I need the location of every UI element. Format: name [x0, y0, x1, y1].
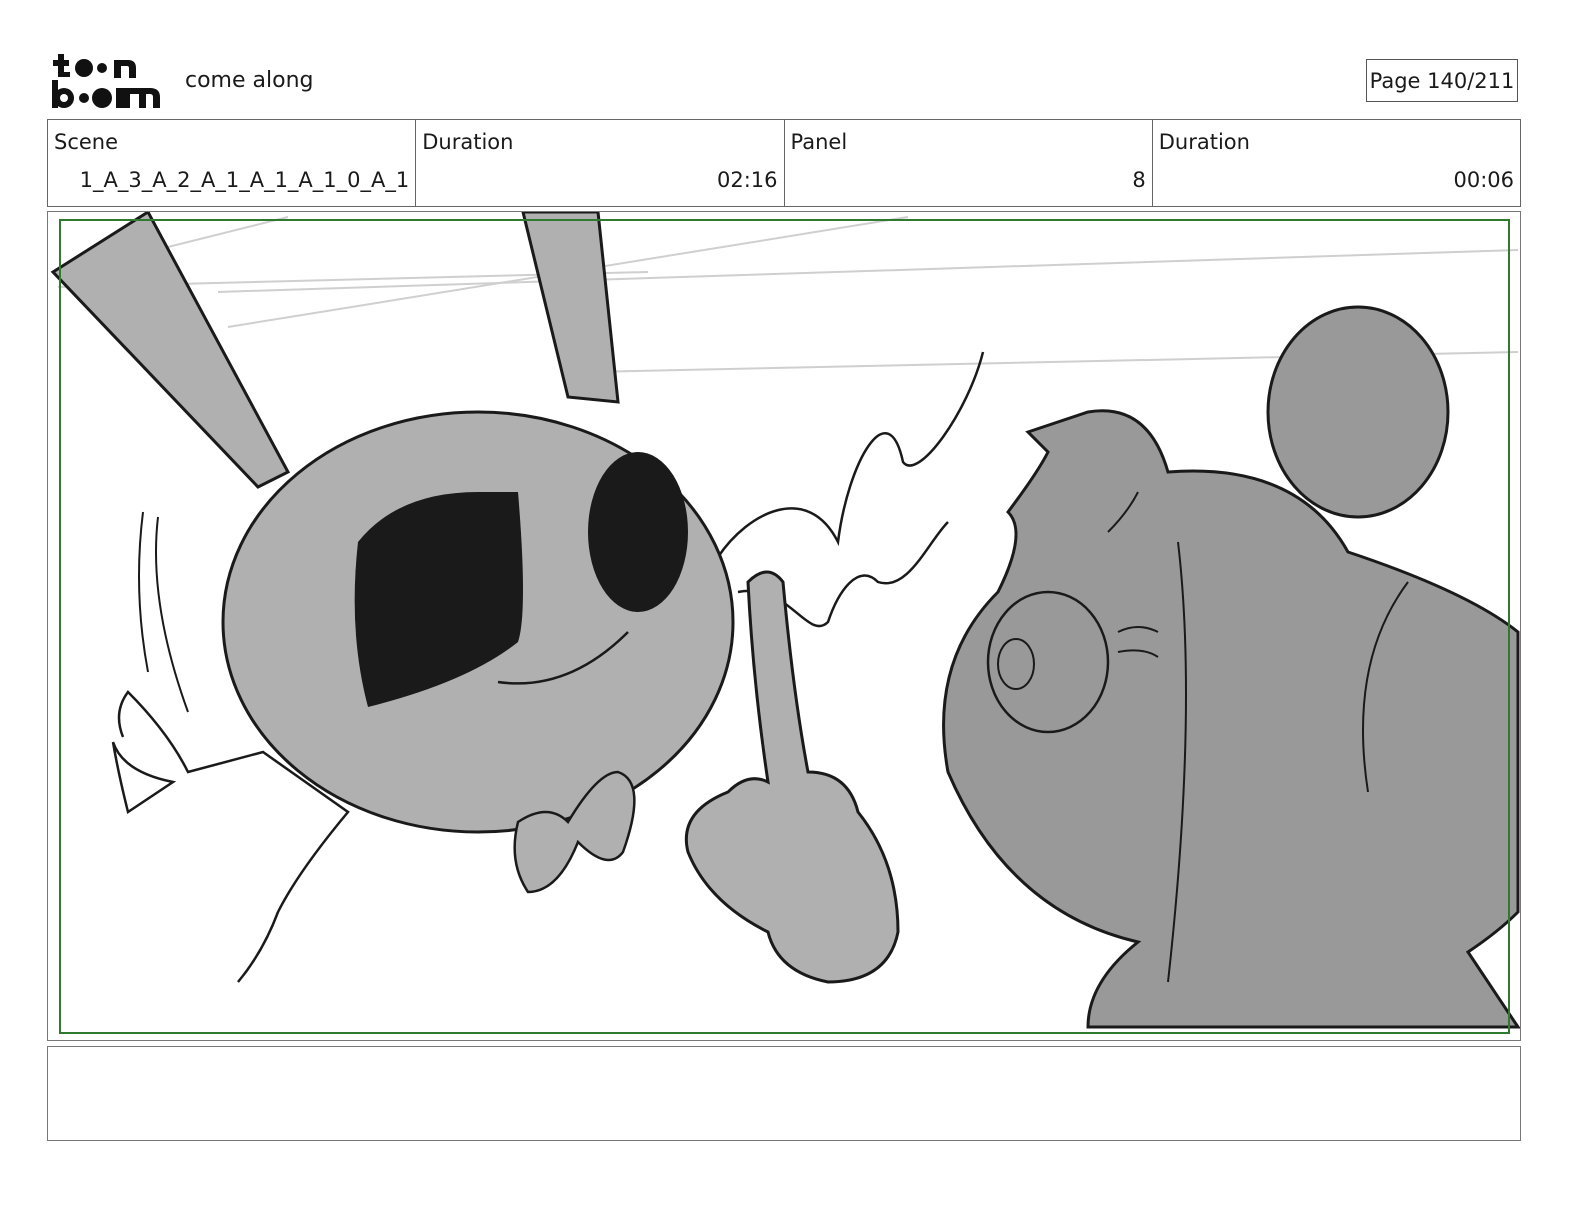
toon-boom-logo — [52, 54, 160, 108]
storyboard-drawing — [50, 212, 1520, 1034]
panel-duration-cell: Duration 00:06 — [1153, 120, 1520, 206]
panel-info-table: Scene 1_A_3_A_2_A_1_A_1_A_1_0_A_1 Durati… — [47, 119, 1521, 207]
scene-label: Scene — [54, 130, 119, 154]
storyboard-panel — [47, 211, 1521, 1041]
bunny-eye-right — [588, 452, 688, 612]
scene-value: 1_A_3_A_2_A_1_A_1_A_1_0_A_1 — [79, 168, 410, 192]
scene-duration-label: Duration — [422, 130, 514, 154]
character-nose — [986, 590, 1110, 734]
scene-duration-value: 02:16 — [716, 168, 778, 192]
panel-value: 8 — [1132, 168, 1146, 192]
panel-label: Panel — [790, 130, 848, 154]
project-title: come along — [185, 68, 314, 93]
scene-cell: Scene 1_A_3_A_2_A_1_A_1_A_1_0_A_1 — [48, 120, 417, 206]
page-indicator: Page 140/211 — [1366, 59, 1518, 102]
motion-lines — [138, 511, 189, 713]
bunny-ear-right — [521, 212, 620, 404]
panel-notes-box — [47, 1046, 1521, 1141]
bunny-ear-left — [50, 212, 291, 489]
panel-cell: Panel 8 — [785, 120, 1153, 206]
character-ear-back — [1266, 305, 1450, 519]
panel-duration-label: Duration — [1158, 130, 1250, 154]
scene-duration-cell: Duration 02:16 — [416, 120, 785, 206]
panel-duration-value: 00:06 — [1453, 168, 1514, 192]
